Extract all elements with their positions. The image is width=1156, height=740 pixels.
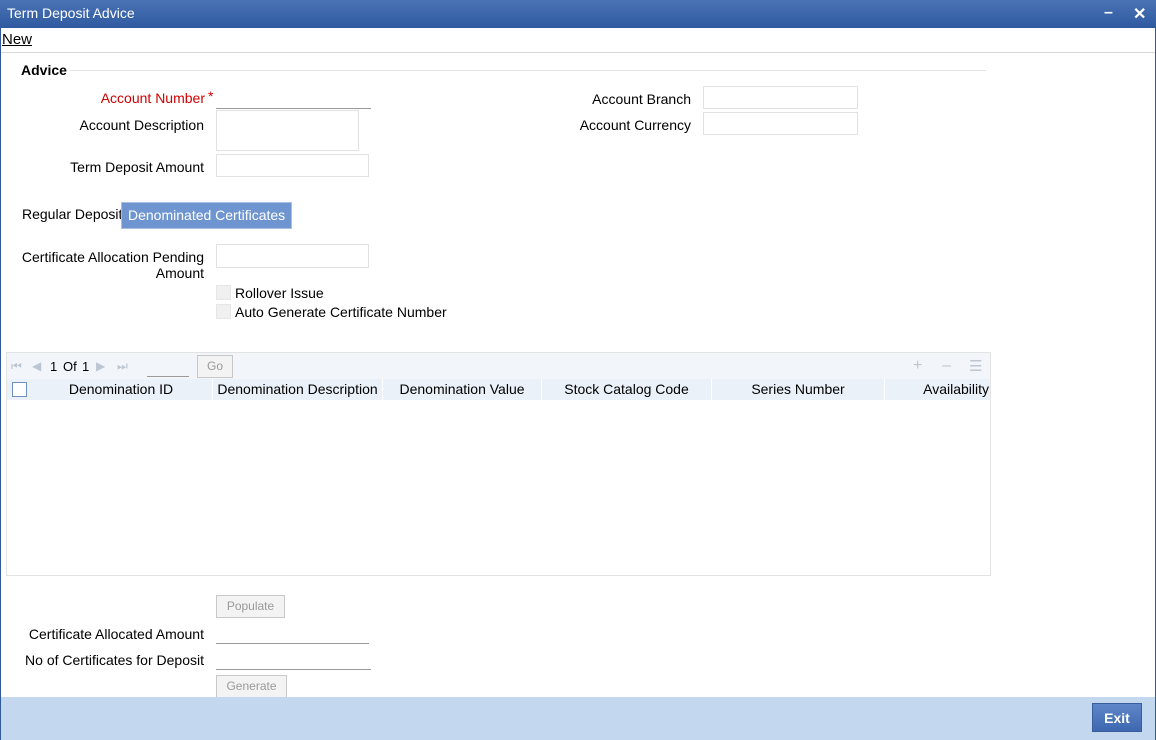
page-current: 1 xyxy=(50,359,58,374)
footer-bar xyxy=(1,697,1155,740)
window-title: Term Deposit Advice xyxy=(7,5,135,21)
generate-button[interactable]: Generate xyxy=(216,675,287,698)
rollover-issue-checkbox[interactable] xyxy=(216,285,231,300)
account-currency-label: Account Currency xyxy=(579,117,691,133)
account-description-field[interactable] xyxy=(216,110,359,151)
tab-denominated-certificates[interactable]: Denominated Certificates xyxy=(121,202,293,229)
minimize-icon[interactable]: – xyxy=(1104,4,1113,22)
new-link[interactable]: New xyxy=(2,31,32,48)
next-page-icon[interactable]: ▶ xyxy=(96,359,105,373)
page-of-label: Of xyxy=(63,359,77,374)
close-icon[interactable]: ✕ xyxy=(1133,4,1146,24)
tab-regular-deposit[interactable]: Regular Deposit xyxy=(16,202,128,227)
account-branch-label: Account Branch xyxy=(592,91,691,107)
column-header-stock-catalog-code[interactable]: Stock Catalog Code xyxy=(542,379,712,400)
auto-generate-label: Auto Generate Certificate Number xyxy=(235,304,447,320)
certificate-allocated-amount-label: Certificate Allocated Amount xyxy=(28,626,204,642)
section-divider xyxy=(70,70,986,71)
previous-page-icon[interactable]: ◀ xyxy=(32,359,41,373)
column-header-denomination-value[interactable]: Denomination Value xyxy=(383,379,542,400)
populate-button[interactable]: Populate xyxy=(216,595,285,618)
last-page-icon[interactable]: ⏭ xyxy=(117,359,128,374)
go-button[interactable]: Go xyxy=(197,355,233,378)
required-asterisk: * xyxy=(208,88,214,104)
window-border-left xyxy=(0,28,1,740)
select-all-checkbox[interactable] xyxy=(12,382,27,397)
auto-generate-checkbox[interactable] xyxy=(216,304,231,319)
account-number-input[interactable] xyxy=(216,87,371,109)
column-header-series-number[interactable]: Series Number xyxy=(712,379,885,400)
column-header-denomination-id[interactable]: Denomination ID xyxy=(30,379,213,400)
account-currency-field[interactable] xyxy=(703,112,858,135)
delete-row-icon[interactable]: – xyxy=(942,357,951,375)
account-number-label: Account Number xyxy=(100,90,205,106)
page-number-input[interactable] xyxy=(147,356,189,377)
advice-section-title: Advice xyxy=(21,62,67,78)
window-titlebar: Term Deposit Advice – ✕ xyxy=(0,0,1156,28)
certificate-allocation-pending-field[interactable] xyxy=(216,244,369,268)
view-row-icon[interactable]: ☰ xyxy=(969,357,982,375)
column-header-availability[interactable]: Availability xyxy=(885,379,990,400)
no-of-certificates-input[interactable] xyxy=(216,648,371,670)
account-branch-field[interactable] xyxy=(703,86,858,109)
certificate-allocation-pending-label: Certificate Allocation Pending Amount xyxy=(21,249,204,281)
first-page-icon[interactable]: ⏮ xyxy=(11,359,22,374)
column-header-denomination-description[interactable]: Denomination Description xyxy=(213,379,383,400)
rollover-issue-label: Rollover Issue xyxy=(235,285,324,301)
page-total: 1 xyxy=(82,359,90,374)
term-deposit-amount-field[interactable] xyxy=(216,154,369,177)
no-of-certificates-label: No of Certificates for Deposit xyxy=(25,652,204,668)
account-description-label: Account Description xyxy=(79,117,204,133)
add-row-icon[interactable]: + xyxy=(913,357,922,375)
term-deposit-amount-label: Term Deposit Amount xyxy=(70,159,204,175)
menu-bar: New xyxy=(1,28,1155,53)
certificate-allocated-amount-input[interactable] xyxy=(216,622,369,644)
exit-button[interactable]: Exit xyxy=(1092,703,1142,732)
